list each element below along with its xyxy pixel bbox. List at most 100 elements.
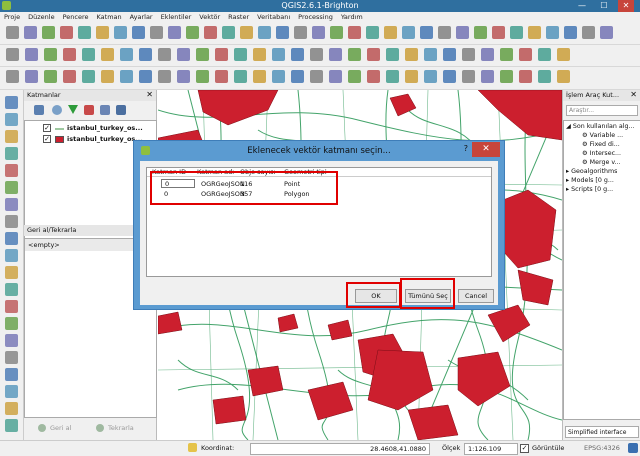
menu-duzenle[interactable]: Düzenle bbox=[24, 12, 58, 21]
select-icon[interactable] bbox=[215, 70, 228, 83]
table-icon[interactable] bbox=[272, 70, 285, 83]
help-icon[interactable] bbox=[557, 70, 570, 83]
zoom-in-icon[interactable] bbox=[424, 70, 437, 83]
zoom-full-icon[interactable] bbox=[462, 48, 475, 61]
identify-icon[interactable] bbox=[186, 26, 199, 39]
label-icon[interactable] bbox=[291, 48, 304, 61]
menu-ayarlar[interactable]: Ayarlar bbox=[126, 12, 157, 21]
zoom-in-icon[interactable] bbox=[120, 48, 133, 61]
close-button[interactable]: ✕ bbox=[618, 0, 634, 12]
open-project-icon[interactable] bbox=[25, 48, 38, 61]
cancel-button[interactable]: Cancel bbox=[458, 289, 494, 303]
add-wfs-icon[interactable] bbox=[5, 232, 18, 245]
pan-icon[interactable] bbox=[384, 26, 397, 39]
menu-katman[interactable]: Katman bbox=[93, 12, 126, 21]
pan-icon[interactable] bbox=[101, 70, 114, 83]
menu-eklentiler[interactable]: Eklentiler bbox=[157, 12, 196, 21]
save-icon[interactable] bbox=[330, 26, 343, 39]
remove-layer-icon[interactable] bbox=[116, 105, 126, 115]
add-wcs-icon[interactable] bbox=[5, 215, 18, 228]
help-icon[interactable] bbox=[253, 70, 266, 83]
select-icon[interactable] bbox=[519, 70, 532, 83]
measure-icon[interactable] bbox=[234, 70, 247, 83]
layer-1-checkbox[interactable]: ✓ bbox=[43, 124, 51, 132]
help-icon[interactable] bbox=[240, 26, 253, 39]
measure-icon[interactable] bbox=[538, 48, 551, 61]
print-icon[interactable] bbox=[386, 70, 399, 83]
label-icon[interactable] bbox=[276, 26, 289, 39]
save-as-icon[interactable] bbox=[60, 26, 73, 39]
add-vector-icon[interactable] bbox=[5, 96, 18, 109]
zoom-out-icon[interactable] bbox=[443, 48, 456, 61]
locate-icon[interactable] bbox=[5, 351, 18, 364]
zoom-out-icon[interactable] bbox=[132, 26, 145, 39]
menu-vektor[interactable]: Vektör bbox=[195, 12, 224, 21]
zoom-out-icon[interactable] bbox=[139, 48, 152, 61]
refresh-icon[interactable] bbox=[481, 70, 494, 83]
layer-item-1[interactable]: ✓ istanbul_turkey_os... bbox=[25, 123, 156, 134]
zoom-in-icon[interactable] bbox=[114, 26, 127, 39]
measure-icon[interactable] bbox=[234, 48, 247, 61]
label-icon[interactable] bbox=[291, 70, 304, 83]
menu-raster[interactable]: Raster bbox=[224, 12, 253, 21]
tree-merge[interactable]: ⚙ Merge v... bbox=[582, 159, 621, 166]
measure-icon[interactable] bbox=[538, 70, 551, 83]
table-icon[interactable] bbox=[272, 48, 285, 61]
add-group-icon[interactable] bbox=[34, 105, 44, 115]
open-project-icon[interactable] bbox=[600, 26, 613, 39]
save-icon[interactable] bbox=[44, 70, 57, 83]
print-icon[interactable] bbox=[82, 48, 95, 61]
identify-icon[interactable] bbox=[196, 48, 209, 61]
save-as-icon[interactable] bbox=[367, 70, 380, 83]
add-delimited-icon[interactable] bbox=[5, 249, 18, 262]
tree-scripts[interactable]: ▸ Scripts [0 g... bbox=[566, 186, 613, 193]
table-icon[interactable] bbox=[546, 26, 559, 39]
crs-status[interactable]: EPSG:4326 bbox=[584, 444, 620, 452]
zoom-out-icon[interactable] bbox=[139, 70, 152, 83]
save-icon[interactable] bbox=[348, 48, 361, 61]
pan-icon[interactable] bbox=[96, 26, 109, 39]
select-icon[interactable] bbox=[492, 26, 505, 39]
messages-icon[interactable] bbox=[628, 443, 638, 453]
identify-icon[interactable] bbox=[500, 48, 513, 61]
zoom-in-icon[interactable] bbox=[424, 48, 437, 61]
save-icon[interactable] bbox=[44, 48, 57, 61]
gps-icon[interactable] bbox=[5, 317, 18, 330]
print-icon[interactable] bbox=[82, 70, 95, 83]
refresh-icon[interactable] bbox=[177, 70, 190, 83]
dialog-help-button[interactable]: ? bbox=[464, 144, 468, 153]
zoom-full-icon[interactable] bbox=[158, 48, 171, 61]
menu-proje[interactable]: Proje bbox=[0, 12, 24, 21]
menu-veritabani[interactable]: Veritabanı bbox=[253, 12, 294, 21]
digitize-icon[interactable] bbox=[5, 283, 18, 296]
add-vector-icon[interactable] bbox=[5, 385, 18, 398]
toolbox-close-icon[interactable]: ✕ bbox=[630, 90, 637, 99]
pan-icon[interactable] bbox=[405, 48, 418, 61]
print-icon[interactable] bbox=[78, 26, 91, 39]
refresh-icon[interactable] bbox=[481, 48, 494, 61]
tree-intersect[interactable]: ⚙ Intersec... bbox=[582, 150, 621, 157]
pin-icon[interactable] bbox=[5, 368, 18, 381]
open-project-icon[interactable] bbox=[24, 26, 37, 39]
measure-icon[interactable] bbox=[510, 26, 523, 39]
tree-recent[interactable]: ◢ Son kullanılan alg... bbox=[566, 123, 634, 130]
new-project-icon[interactable] bbox=[6, 70, 19, 83]
add-wms-icon[interactable] bbox=[5, 198, 18, 211]
save-icon[interactable] bbox=[348, 70, 361, 83]
scale-field[interactable]: 1:126.109 bbox=[464, 443, 518, 455]
node-tool-icon[interactable] bbox=[5, 300, 18, 313]
new-project-icon[interactable] bbox=[6, 26, 19, 39]
save-icon[interactable] bbox=[42, 26, 55, 39]
new-project-icon[interactable] bbox=[582, 26, 595, 39]
minimize-button[interactable]: — bbox=[574, 0, 590, 12]
new-project-icon[interactable] bbox=[310, 70, 323, 83]
menu-pencere[interactable]: Pencere bbox=[59, 12, 93, 21]
add-mssql-icon[interactable] bbox=[5, 164, 18, 177]
refresh-icon[interactable] bbox=[168, 26, 181, 39]
zoom-full-icon[interactable] bbox=[158, 70, 171, 83]
open-project-icon[interactable] bbox=[329, 48, 342, 61]
maximize-button[interactable]: ☐ bbox=[596, 0, 612, 12]
visibility-icon[interactable] bbox=[52, 105, 62, 115]
tree-models[interactable]: ▸ Models [0 g... bbox=[566, 177, 614, 184]
pan-icon[interactable] bbox=[405, 70, 418, 83]
